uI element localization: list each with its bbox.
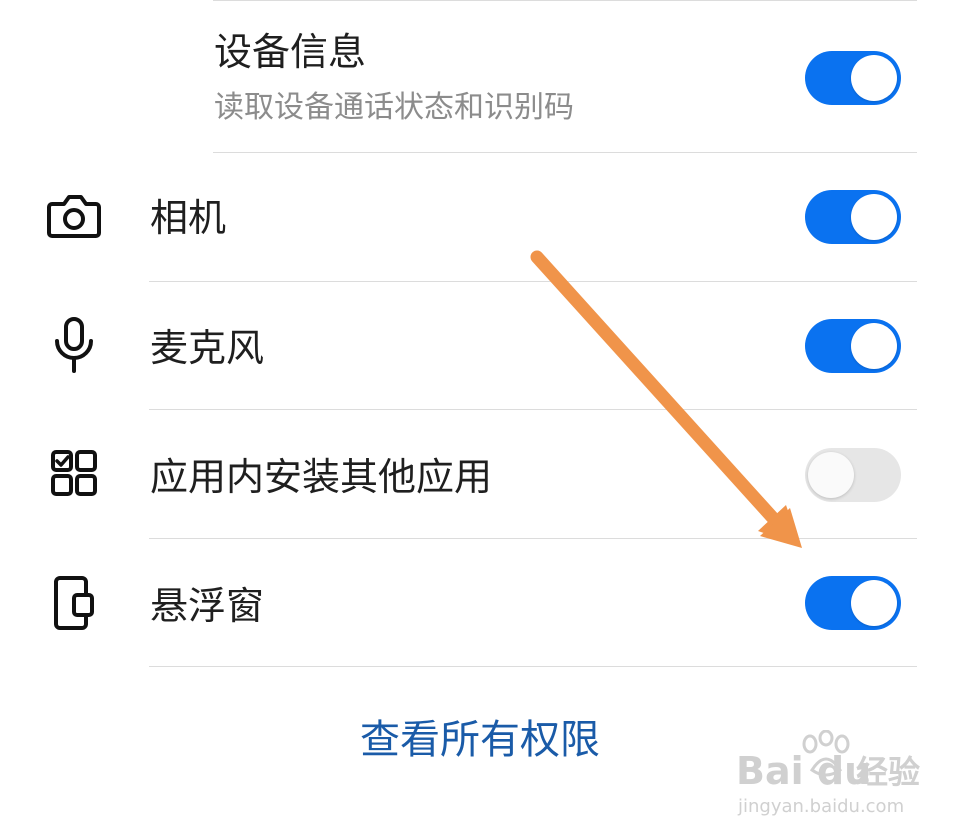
watermark-url: jingyan.baidu.com xyxy=(738,796,905,817)
microphone-icon xyxy=(55,317,93,373)
watermark-suffix: 经验 xyxy=(856,753,921,791)
toggle-device-info[interactable] xyxy=(805,51,901,105)
toggle-knob xyxy=(851,194,897,240)
baidu-watermark: Bai du 经验 jingyan.baidu.com xyxy=(736,730,951,825)
toggle-knob xyxy=(851,580,897,626)
permission-title: 悬浮窗 xyxy=(150,584,265,628)
toggle-install-apps[interactable] xyxy=(805,448,901,502)
permission-title: 相机 xyxy=(150,196,227,240)
permission-title: 应用内安装其他应用 xyxy=(150,455,493,499)
permission-title: 设备信息 xyxy=(214,30,367,74)
row-divider xyxy=(149,409,917,410)
row-divider xyxy=(149,666,917,667)
row-divider xyxy=(149,281,917,282)
toggle-camera[interactable] xyxy=(805,190,901,244)
apps-install-icon xyxy=(51,450,97,496)
toggle-knob xyxy=(851,323,897,369)
toggle-microphone[interactable] xyxy=(805,319,901,373)
top-divider xyxy=(213,0,917,1)
toggle-floating-window[interactable] xyxy=(805,576,901,630)
toggle-knob xyxy=(808,452,854,498)
toggle-knob xyxy=(851,55,897,101)
camera-icon xyxy=(47,195,101,238)
permission-title: 麦克风 xyxy=(150,326,265,370)
permission-subtitle: 读取设备通话状态和识别码 xyxy=(214,90,574,125)
row-divider xyxy=(149,538,917,539)
watermark-brand: Bai du xyxy=(736,749,872,793)
floating-window-icon xyxy=(54,576,94,630)
row-divider xyxy=(213,152,917,153)
